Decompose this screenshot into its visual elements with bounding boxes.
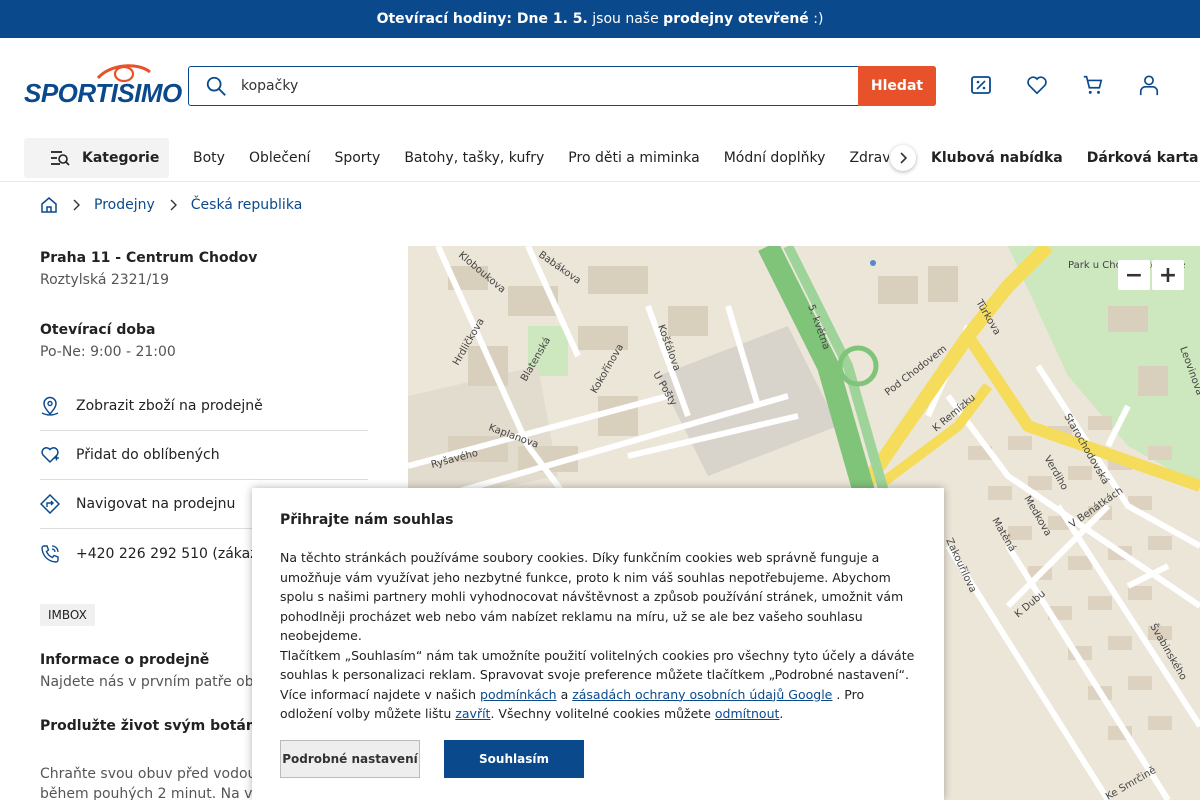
discount-icon[interactable]: [970, 74, 992, 96]
store-name: Praha 11 - Centrum Chodov: [40, 250, 258, 266]
nav-item-darkova[interactable]: Dárková karta: [1087, 150, 1199, 166]
phone-icon: [41, 544, 59, 563]
zoom-in-button[interactable]: +: [1152, 260, 1184, 290]
zoom-out-button[interactable]: −: [1118, 260, 1150, 290]
announcement-bold-2: prodejny otevřené: [663, 11, 809, 27]
chevron-right-icon: [900, 152, 908, 164]
heart-plus-icon: [41, 447, 59, 464]
nav-scroll-right-button[interactable]: [890, 145, 916, 171]
reject-link[interactable]: odmítnout: [715, 706, 780, 721]
nav-item-zdravi[interactable]: Zdraví a výživa: [849, 150, 889, 166]
cookie-paragraph-2: Tlačítkem „Souhlasím“ nám tak umožníte p…: [280, 647, 915, 683]
nav-item-obleceni[interactable]: Oblečení: [249, 150, 310, 166]
location-pin-icon: [41, 396, 59, 416]
cookie-buttons: Podrobné nastavení Souhlasím: [280, 739, 916, 778]
chevron-right-icon: [170, 199, 177, 211]
map-zoom-controls: − +: [1118, 260, 1184, 290]
nav-item-doplnky[interactable]: Módní doplňky: [724, 150, 826, 166]
home-icon[interactable]: [40, 196, 58, 214]
nav-items: Boty Oblečení Sporty Batohy, tašky, kufr…: [193, 150, 889, 166]
add-favorite-link[interactable]: Přidat do oblíbených: [40, 431, 368, 480]
cookie-text-3d: . Všechny volitelné cookies můžete: [490, 706, 715, 721]
category-label: Kategorie: [82, 149, 160, 166]
announcement-bold-1: Otevírací hodiny: Dne 1. 5.: [376, 11, 588, 27]
cookie-consent-dialog: Přihrajte nám souhlas Na těchto stránkác…: [252, 488, 944, 800]
header: SPORTISIMO Hledat: [0, 38, 1200, 134]
announcement-bar: Otevírací hodiny: Dne 1. 5. jsou naše pr…: [0, 0, 1200, 38]
breadcrumb-item-prodejny[interactable]: Prodejny: [94, 197, 155, 213]
search-icon[interactable]: [205, 75, 227, 97]
search-button[interactable]: Hledat: [858, 66, 936, 106]
navigate-label: Navigovat na prodejnu: [76, 496, 236, 512]
header-icons: [970, 74, 1160, 96]
announcement-text-2: :): [808, 11, 824, 27]
heart-icon[interactable]: [1026, 74, 1048, 96]
terms-link[interactable]: podmínkách: [480, 687, 557, 702]
google-privacy-link[interactable]: zásadách ochrany osobních údajů Google: [572, 687, 832, 702]
show-goods-link[interactable]: Zobrazit zboží na prodejně: [40, 382, 368, 431]
cookie-paragraph-1: Na těchto stránkách používáme soubory co…: [280, 550, 904, 643]
breadcrumb-item-cr[interactable]: Česká republika: [191, 197, 303, 213]
cart-icon[interactable]: [1082, 74, 1104, 96]
add-favorite-label: Přidat do oblíbených: [76, 447, 220, 463]
imbox-badge: IMBOX: [40, 604, 95, 626]
directions-icon: [40, 494, 60, 514]
search-bar: Hledat: [188, 66, 936, 106]
store-hours: Po-Ne: 9:00 - 21:00: [40, 344, 176, 360]
main-nav: Kategorie Boty Oblečení Sporty Batohy, t…: [0, 134, 1200, 182]
store-address: Roztylská 2321/19: [40, 272, 170, 288]
close-link[interactable]: zavřít: [455, 706, 490, 721]
show-goods-label: Zobrazit zboží na prodejně: [76, 398, 263, 414]
category-button[interactable]: Kategorie: [24, 137, 169, 178]
cookie-title: Přihrajte nám souhlas: [280, 512, 454, 528]
chevron-right-icon: [73, 199, 80, 211]
announcement-text-1: jsou naše: [587, 11, 664, 27]
nav-item-sporty[interactable]: Sporty: [334, 150, 380, 166]
cookie-text-3b: a: [556, 686, 573, 702]
logo[interactable]: SPORTISIMO: [24, 64, 182, 106]
detailed-settings-button[interactable]: Podrobné nastavení: [280, 739, 420, 778]
nav-item-deti[interactable]: Pro děti a miminka: [568, 150, 699, 166]
search-input[interactable]: [227, 67, 858, 105]
accept-button[interactable]: Souhlasím: [444, 739, 584, 778]
nav-highlight-items: Klubová nabídka Dárková karta: [931, 150, 1199, 166]
hours-title: Otevírací doba: [40, 322, 156, 338]
cookie-paragraph-3: Více informací najdete v našich podmínká…: [280, 685, 916, 724]
nav-item-klubova[interactable]: Klubová nabídka: [931, 150, 1063, 166]
cookie-text-3a: Více informací najdete v našich: [280, 686, 481, 702]
menu-search-icon: [51, 150, 70, 166]
cookie-text-3e: .: [779, 706, 784, 721]
user-icon[interactable]: [1138, 74, 1160, 96]
nav-item-batohy[interactable]: Batohy, tašky, kufry: [404, 150, 544, 166]
nav-item-boty[interactable]: Boty: [193, 150, 225, 166]
breadcrumb: Prodejny Česká republika: [40, 196, 302, 214]
logo-swoosh-icon: [96, 64, 151, 83]
